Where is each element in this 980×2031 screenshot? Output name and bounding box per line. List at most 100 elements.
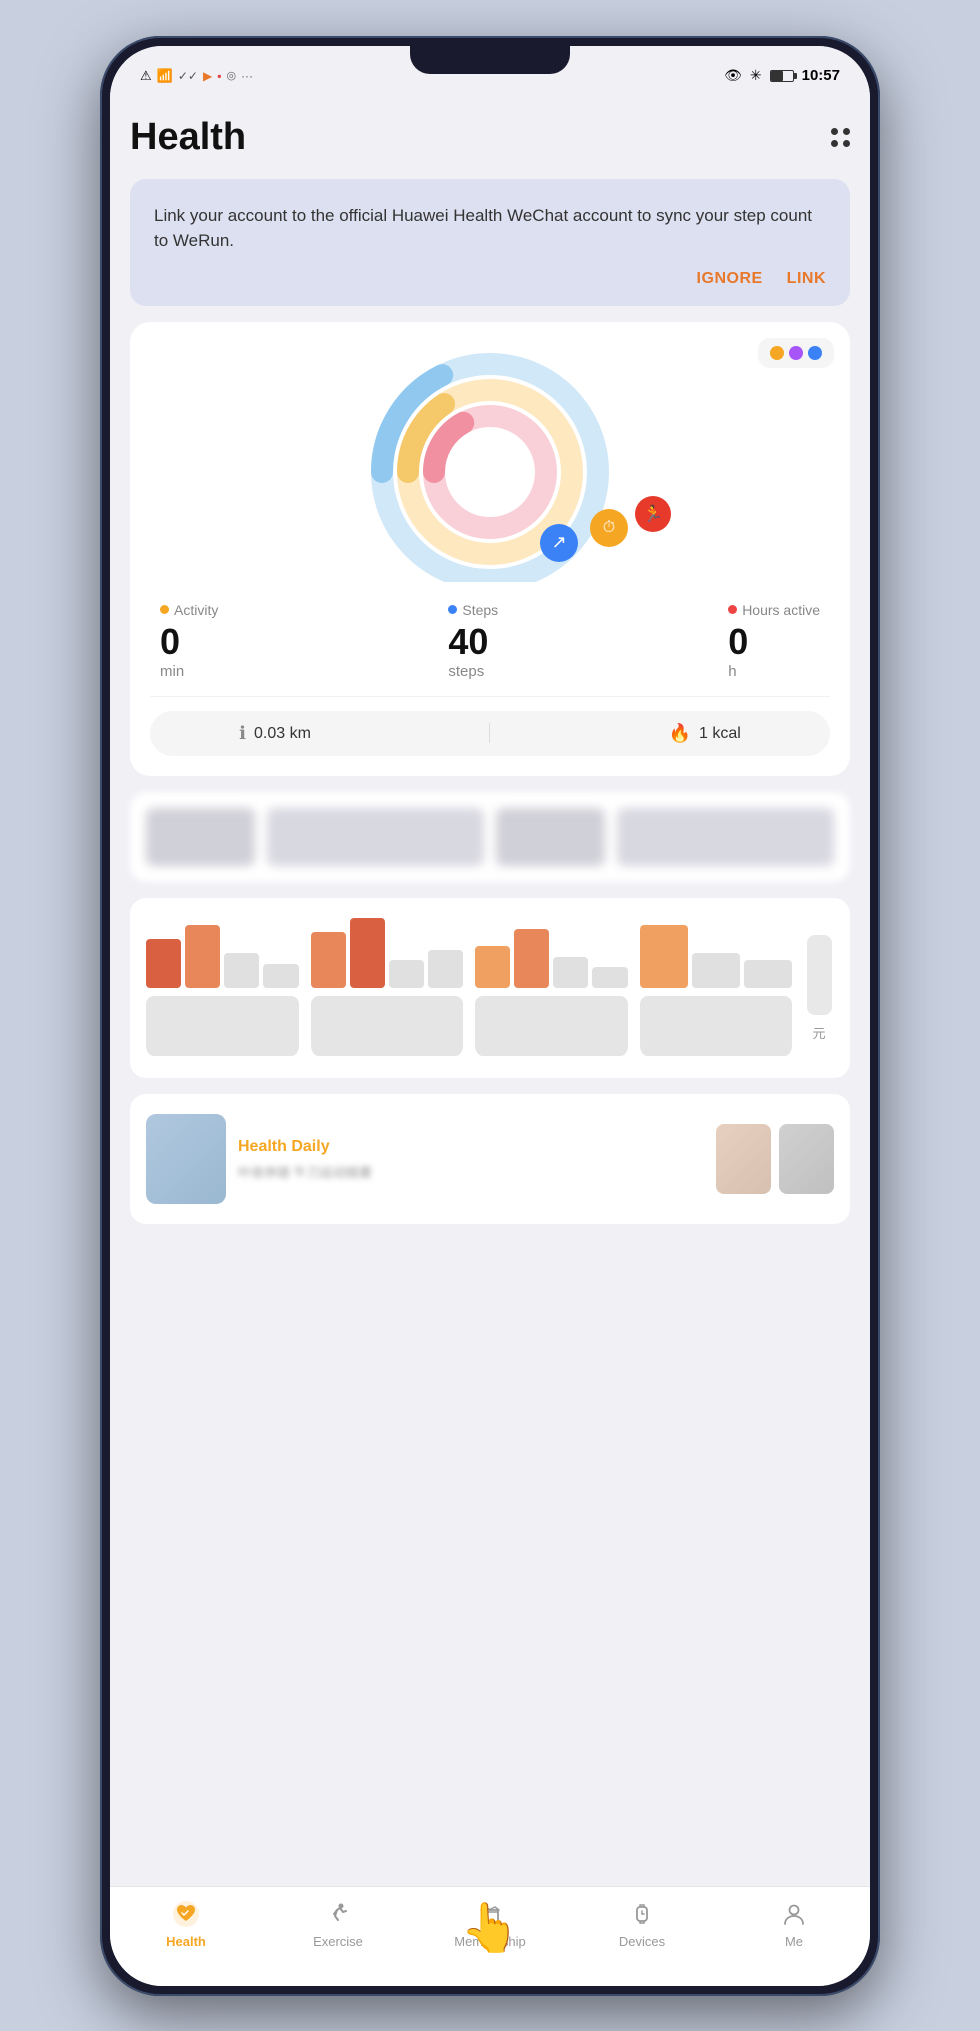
page-title: Health <box>130 116 246 159</box>
main-content[interactable]: Health Link your account to the official… <box>110 106 870 1886</box>
link-button[interactable]: LINK <box>787 270 826 288</box>
health-daily-thumbnail <box>146 1114 226 1204</box>
watch-icon <box>628 1900 656 1928</box>
bottom-nav: Health Exercise <box>110 1886 870 1986</box>
blurred-block-2 <box>267 808 484 866</box>
ignore-button[interactable]: IGNORE <box>697 270 763 288</box>
menu-dot <box>843 128 850 135</box>
more-menu-button[interactable] <box>831 128 850 147</box>
activity-value: 0 <box>160 622 218 662</box>
me-nav-label: Me <box>785 1934 803 1949</box>
heart-icon <box>172 1900 200 1928</box>
hours-unit: h <box>728 663 820 680</box>
distance-info: ℹ 0.03 km <box>239 723 311 744</box>
media-icon: ▶ <box>203 69 212 83</box>
power-button[interactable] <box>878 516 880 596</box>
activity-card[interactable]: ↗ ⏱ 🏃 <box>130 322 850 777</box>
exercise-nav-icon <box>323 1899 353 1929</box>
profile-icon <box>780 1900 808 1928</box>
dots-icon: ··· <box>241 69 253 83</box>
wechat-banner-text: Link your account to the official Huawei… <box>154 203 826 254</box>
wifi-icon: 📶 <box>157 68 173 84</box>
steps-stat: Steps 40 steps <box>448 602 498 681</box>
activity-rings-chart: ↗ ⏱ 🏃 <box>150 342 830 582</box>
wechat-banner-actions: IGNORE LINK <box>154 270 826 288</box>
square-icon: ▪ <box>217 69 221 83</box>
distance-value: 0.03 km <box>254 725 311 743</box>
exercise-nav-label: Exercise <box>313 1934 363 1949</box>
steps-unit: steps <box>448 663 498 680</box>
rings-svg <box>360 342 620 582</box>
blurred-section-1 <box>130 792 850 882</box>
steps-dot <box>448 605 457 614</box>
more-cards-indicator: 元 <box>804 918 834 1058</box>
health-nav-icon <box>171 1899 201 1929</box>
info-separator <box>489 723 490 743</box>
activity-dot <box>160 605 169 614</box>
devices-nav-label: Devices <box>619 1934 665 1949</box>
hours-label: Hours active <box>728 602 820 618</box>
health-daily-subtitle: 叶收休链 午刀运动链康 <box>238 1162 704 1181</box>
activity-info-row[interactable]: ℹ 0.03 km 🔥 1 kcal <box>150 711 830 756</box>
devices-nav-icon <box>627 1899 657 1929</box>
time-display: 10:57 <box>802 67 840 84</box>
activity-stat: Activity 0 min <box>160 602 218 681</box>
direction-icon: ↗ <box>540 524 578 562</box>
blurred-card-1 <box>146 918 299 1058</box>
blurred-block-1 <box>146 808 255 866</box>
nav-item-exercise[interactable]: Exercise <box>262 1899 414 1949</box>
nav-item-health[interactable]: Health <box>110 1899 262 1949</box>
health-daily-content: Health Daily 叶收休链 午刀运动链康 <box>238 1138 704 1181</box>
volume-silent-button[interactable] <box>100 416 102 476</box>
thumb-1 <box>716 1124 771 1194</box>
steps-value: 40 <box>448 622 498 662</box>
eye-icon: 👁 <box>724 67 742 84</box>
nav-item-devices[interactable]: Devices <box>566 1899 718 1949</box>
status-left-icons: ⚠ 📶 ✓✓ ▶ ▪ ◎ ··· <box>140 68 253 84</box>
volume-up-button[interactable] <box>100 496 102 596</box>
me-nav-icon <box>779 1899 809 1929</box>
menu-dot <box>843 140 850 147</box>
blurred-cards-section: 元 <box>130 898 850 1078</box>
calories-value: 1 kcal <box>699 725 741 743</box>
thumb-2 <box>779 1124 834 1194</box>
volume-down-button[interactable] <box>100 616 102 716</box>
phone-screen: ⚠ 📶 ✓✓ ▶ ▪ ◎ ··· 👁 ✳ 10:57 Health <box>110 46 870 1986</box>
nav-item-me[interactable]: Me <box>718 1899 870 1949</box>
status-icons-extra: ✓✓ <box>178 69 198 83</box>
status-right-icons: 👁 ✳ 10:57 <box>724 67 840 84</box>
notch <box>410 46 570 74</box>
stats-row: Activity 0 min Steps 40 steps <box>150 592 830 698</box>
hours-active-stat: Hours active 0 h <box>728 602 820 681</box>
distance-icon: ℹ <box>239 723 246 744</box>
cursor-hand: 👆 <box>460 1899 520 1956</box>
blurred-card-3 <box>475 918 628 1058</box>
timer-icon: ⏱ <box>590 509 628 547</box>
circles-icon: ◎ <box>226 69 236 82</box>
notification-icon: ⚠ <box>140 68 152 84</box>
wechat-sync-banner: Link your account to the official Huawei… <box>130 179 850 306</box>
blurred-card-2 <box>311 918 464 1058</box>
health-daily-label: Health Daily <box>238 1138 704 1156</box>
blurred-block-4 <box>617 808 834 866</box>
phone-frame: ⚠ 📶 ✓✓ ▶ ▪ ◎ ··· 👁 ✳ 10:57 Health <box>100 36 880 1996</box>
health-daily-section[interactable]: Health Daily 叶收休链 午刀运动链康 <box>130 1094 850 1224</box>
menu-dot <box>831 140 838 147</box>
app-header: Health <box>130 106 850 179</box>
blurred-block-3 <box>496 808 605 866</box>
health-nav-label: Health <box>166 1934 206 1949</box>
hours-dot <box>728 605 737 614</box>
menu-dot <box>831 128 838 135</box>
steps-label: Steps <box>448 602 498 618</box>
hours-value: 0 <box>728 622 820 662</box>
bluetooth-icon: ✳ <box>750 67 762 84</box>
activity-unit: min <box>160 663 218 680</box>
person-icon: 🏃 <box>635 496 671 532</box>
activity-label: Activity <box>160 602 218 618</box>
calories-info: 🔥 1 kcal <box>669 723 741 744</box>
running-icon <box>324 1900 352 1928</box>
blurred-card-4 <box>640 918 793 1058</box>
calories-icon: 🔥 <box>669 723 691 744</box>
health-daily-thumbnails <box>716 1124 834 1194</box>
battery-indicator <box>770 70 794 82</box>
